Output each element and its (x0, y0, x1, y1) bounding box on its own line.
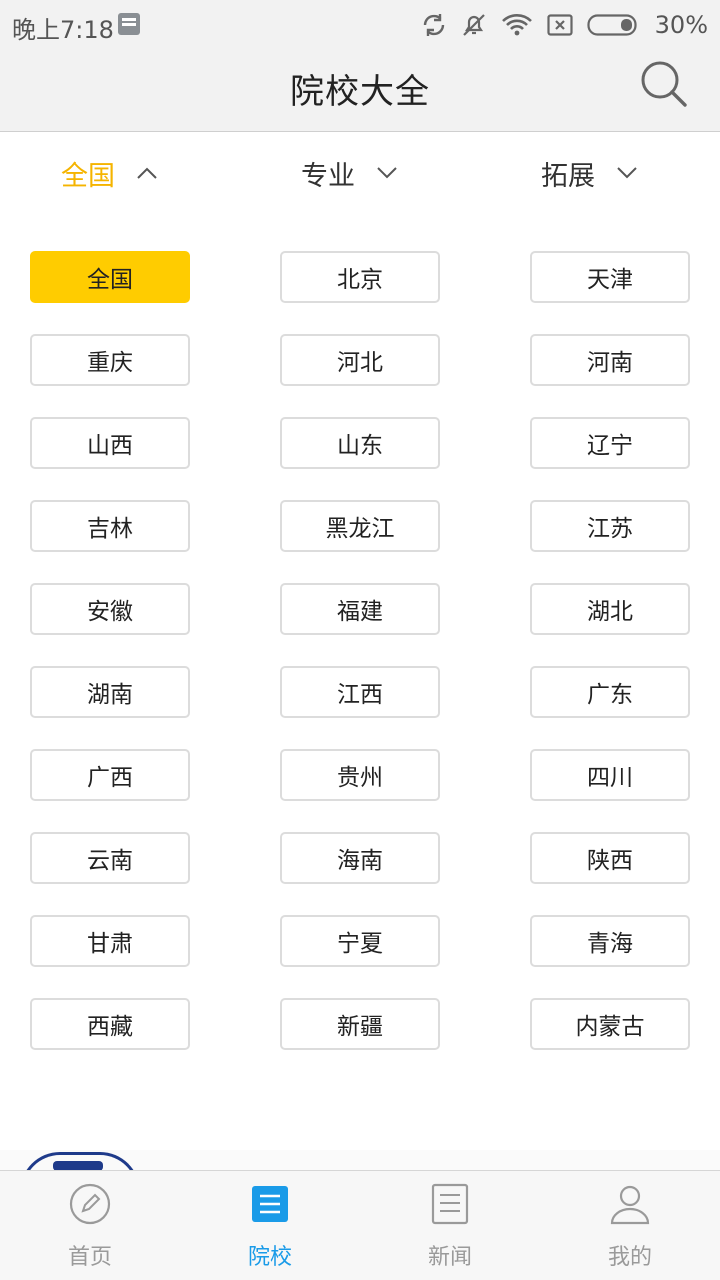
region-button[interactable]: 江西 (280, 666, 440, 718)
region-button[interactable]: 贵州 (280, 749, 440, 801)
region-button[interactable]: 天津 (530, 251, 690, 303)
region-button[interactable]: 甘肃 (30, 915, 190, 967)
filter-tab-major[interactable]: 专业 (301, 133, 397, 213)
region-button[interactable]: 山东 (280, 417, 440, 469)
nav-item-news[interactable]: 新闻 (360, 1171, 540, 1280)
region-button[interactable]: 湖南 (30, 666, 190, 718)
wifi-icon (501, 14, 532, 36)
edit-circle-icon (69, 1183, 111, 1225)
notification-icon (118, 13, 140, 35)
region-button[interactable]: 吉林 (30, 500, 190, 552)
region-button[interactable]: 陕西 (530, 832, 690, 884)
region-button[interactable]: 内蒙古 (530, 998, 690, 1050)
page-title: 院校大全 (290, 72, 430, 112)
region-button[interactable]: 河南 (530, 334, 690, 386)
region-button[interactable]: 广东 (530, 666, 690, 718)
filter-tab-label: 拓展 (541, 160, 595, 192)
filter-tab-region[interactable]: 全国 (61, 133, 157, 213)
sim-icon (547, 14, 573, 36)
list-doc-icon (252, 1186, 288, 1222)
region-button[interactable]: 海南 (280, 832, 440, 884)
banner[interactable] (0, 1150, 720, 1170)
mute-icon (462, 14, 485, 36)
region-button[interactable]: 山西 (30, 417, 190, 469)
bottom-nav: 首页 院校 新闻 我的 (0, 1170, 720, 1280)
region-grid: 全国 北京 天津重庆 河北 河南山西 山东 辽宁吉林 黑龙江 江苏安徽 福建 湖北湖南 江西 广东广西 贵… (30, 251, 690, 1050)
battery-percent: 30% (654, 11, 708, 39)
header: 院校大全 (0, 50, 720, 132)
filter-tab-label: 专业 (301, 160, 355, 192)
status-icons: 30% (421, 9, 708, 41)
region-button[interactable]: 重庆 (30, 334, 190, 386)
region-button[interactable]: 西藏 (30, 998, 190, 1050)
nav-label: 首页 (67, 1245, 112, 1270)
region-button[interactable]: 青海 (530, 915, 690, 967)
region-button[interactable]: 北京 (280, 251, 440, 303)
region-button[interactable]: 宁夏 (280, 915, 440, 967)
chevron-up-icon (137, 167, 157, 179)
status-bar: 晚上7:18 30% (0, 0, 720, 50)
region-button[interactable]: 福建 (280, 583, 440, 635)
region-button[interactable]: 湖北 (530, 583, 690, 635)
banner-logo (20, 1152, 140, 1170)
nav-label: 院校 (247, 1245, 292, 1270)
region-button[interactable]: 四川 (530, 749, 690, 801)
region-button[interactable]: 广西 (30, 749, 190, 801)
sync-icon (423, 14, 444, 36)
user-icon (610, 1185, 650, 1225)
chevron-down-icon (617, 167, 637, 179)
nav-label: 新闻 (427, 1245, 472, 1270)
region-button[interactable]: 辽宁 (530, 417, 690, 469)
region-button[interactable]: 云南 (30, 832, 190, 884)
nav-label: 我的 (607, 1245, 652, 1270)
region-button[interactable]: 河北 (280, 334, 440, 386)
chevron-down-icon (377, 167, 397, 179)
search-button[interactable] (638, 58, 690, 110)
filter-tab-extend[interactable]: 拓展 (541, 133, 637, 213)
region-button[interactable]: 新疆 (280, 998, 440, 1050)
region-button[interactable]: 全国 (30, 251, 190, 303)
status-time: 晚上7:18 (12, 16, 114, 44)
battery-icon (587, 14, 637, 36)
news-doc-icon (431, 1183, 469, 1225)
region-button[interactable]: 安徽 (30, 583, 190, 635)
filter-tab-label: 全国 (61, 160, 115, 192)
filter-bar: 全国 专业 拓展 (0, 133, 720, 213)
region-button[interactable]: 江苏 (530, 500, 690, 552)
search-icon (641, 61, 687, 107)
nav-item-colleges[interactable]: 院校 (180, 1171, 360, 1280)
nav-item-mine[interactable]: 我的 (540, 1171, 720, 1280)
region-button[interactable]: 黑龙江 (280, 500, 440, 552)
nav-item-home[interactable]: 首页 (0, 1171, 180, 1280)
